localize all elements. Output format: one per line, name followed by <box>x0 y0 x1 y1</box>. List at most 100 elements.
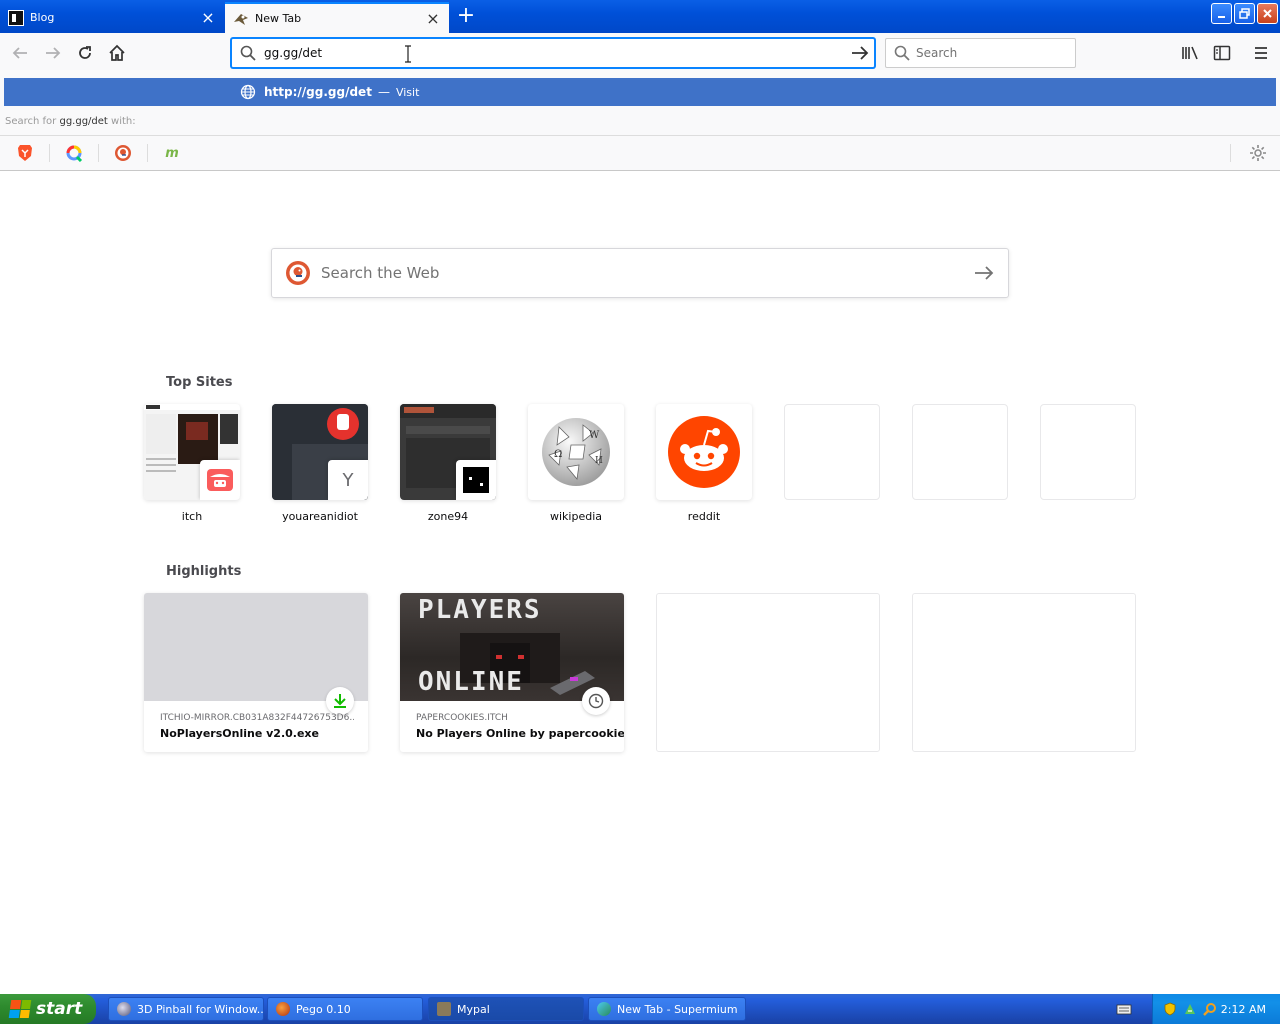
top-site-reddit[interactable]: reddit <box>656 404 752 523</box>
taskbar-item-mypal[interactable]: Mypal <box>428 997 584 1021</box>
highlight-image-text-bottom: ONLINE <box>418 667 524 697</box>
sidebar-toggle-icon[interactable] <box>1210 41 1234 65</box>
close-tab-icon[interactable]: × <box>200 9 216 26</box>
url-bar[interactable]: gg.gg/det <box>231 38 875 68</box>
url-input[interactable]: gg.gg/det <box>264 46 846 60</box>
tab-strip: Blog × New Tab × + <box>0 0 1280 33</box>
zone94-favicon-icon <box>456 460 496 500</box>
search-for-label: Search for gg.gg/det with: <box>5 116 136 127</box>
close-tab-icon[interactable]: × <box>425 10 441 27</box>
taskbar: start 3D Pinball for Window... Pego 0.10… <box>0 994 1280 1024</box>
menu-hamburger-icon[interactable] <box>1249 41 1273 65</box>
url-autocomplete-popup: http://gg.gg/det — Visit Search for gg.g… <box>0 73 1280 171</box>
search-tray-icon[interactable] <box>1203 1002 1217 1016</box>
highlight-image-text-top: PLAYERS <box>418 595 542 625</box>
top-site-thumbnail: Ω W И <box>528 404 624 500</box>
engine-divider <box>49 144 50 162</box>
top-site-thumbnail <box>400 404 496 500</box>
tab-title: New Tab <box>255 12 302 25</box>
tab-title: Blog <box>30 11 55 24</box>
taskbar-item-label: Mypal <box>457 1002 490 1016</box>
search-for-prefix: Search for <box>5 116 57 127</box>
highlight-image <box>144 593 368 701</box>
search-input[interactable]: Search <box>916 46 957 60</box>
taskbar-item-label: Pego 0.10 <box>296 1002 351 1016</box>
top-site-wikipedia[interactable]: Ω W И wikipedia <box>528 404 624 523</box>
library-icon[interactable] <box>1178 41 1202 65</box>
start-button[interactable]: start <box>0 994 96 1024</box>
search-for-query: gg.gg/det <box>59 116 108 127</box>
minimize-window-icon[interactable] <box>1211 3 1232 24</box>
top-site-placeholder <box>784 404 880 500</box>
highlight-title: NoPlayersOnline v2.0.exe <box>160 727 319 740</box>
close-window-icon[interactable] <box>1257 3 1278 24</box>
restore-window-icon[interactable] <box>1234 3 1255 24</box>
top-site-zone94[interactable]: zone94 <box>400 404 496 523</box>
top-site-youareanidiot[interactable]: Y youareanidiot <box>272 404 368 523</box>
suggestion-action: Visit <box>395 85 420 99</box>
qwant-icon[interactable] <box>58 143 90 163</box>
taskbar-item-pego[interactable]: Pego 0.10 <box>267 997 423 1021</box>
supermium-icon <box>597 1002 611 1016</box>
top-sites-heading: Top Sites <box>166 375 233 390</box>
top-site-label: wikipedia <box>549 510 602 523</box>
tab-blog[interactable]: Blog × <box>0 2 224 33</box>
top-site-thumbnail <box>656 404 752 500</box>
empty-tile <box>784 404 880 500</box>
taskbar-item-pinball[interactable]: 3D Pinball for Window... <box>108 997 264 1021</box>
pego-icon <box>276 1002 290 1016</box>
svg-text:И: И <box>595 456 603 466</box>
highlight-image: PLAYERS ONLINE <box>400 593 624 701</box>
blog-favicon-icon <box>8 9 24 26</box>
navigation-toolbar: gg.gg/det Search <box>0 33 1280 73</box>
security-shield-icon[interactable] <box>1163 1002 1177 1016</box>
mojeek-icon[interactable]: m <box>156 143 188 163</box>
web-search-box[interactable]: Search the Web <box>271 248 1009 298</box>
mojeek-glyph: m <box>165 145 179 161</box>
keyboard-language-icon[interactable] <box>1116 1002 1132 1016</box>
top-site-label: zone94 <box>427 510 469 523</box>
forward-arrow-icon[interactable] <box>41 41 65 65</box>
highlights-heading: Highlights <box>166 564 242 579</box>
svg-text:Ω: Ω <box>554 449 562 460</box>
search-settings-gear-icon[interactable] <box>1248 143 1268 163</box>
windows-flag-icon <box>8 1000 32 1018</box>
home-icon[interactable] <box>105 41 129 65</box>
svg-text:W: W <box>589 430 600 441</box>
empty-tile <box>1040 404 1136 500</box>
supermium-favicon-icon <box>233 12 249 26</box>
highlight-host: PAPERCOOKIES.ITCH <box>416 713 508 723</box>
top-site-label: youareanidiot <box>282 510 358 523</box>
search-submit-arrow-icon[interactable] <box>974 265 994 281</box>
pinball-icon <box>117 1002 131 1016</box>
download-icon <box>326 687 354 715</box>
web-search-input[interactable]: Search the Web <box>321 264 974 282</box>
tab-new-tab[interactable]: New Tab × <box>225 2 449 33</box>
top-site-itch[interactable]: itch <box>144 404 240 523</box>
go-arrow-icon[interactable] <box>846 39 874 67</box>
top-site-thumbnail <box>144 404 240 500</box>
autocomplete-suggestion-visit[interactable]: http://gg.gg/det — Visit <box>4 78 1276 106</box>
taskbar-item-supermium[interactable]: New Tab - Supermium <box>588 997 746 1021</box>
network-icon[interactable] <box>1183 1002 1197 1016</box>
highlight-card[interactable]: ITCHIO-MIRROR.CB031A832F44726753D6... No… <box>144 593 368 752</box>
taskbar-item-label: New Tab - Supermium <box>617 1002 738 1016</box>
suggestion-url: http://gg.gg/det <box>264 85 372 99</box>
search-bar[interactable]: Search <box>885 38 1076 68</box>
search-for-suffix: with: <box>111 116 136 127</box>
wikipedia-globe-icon: Ω W И <box>542 418 610 486</box>
reddit-logo-icon <box>668 416 740 488</box>
clock: 2:12 AM <box>1220 1002 1266 1016</box>
one-off-search-engines: m <box>0 135 1280 169</box>
brave-icon[interactable] <box>9 143 41 163</box>
youareanidiot-favicon: Y <box>328 460 368 500</box>
duckduckgo-icon[interactable] <box>107 143 139 163</box>
reload-icon[interactable] <box>73 41 97 65</box>
new-tab-plus-icon[interactable]: + <box>454 5 478 29</box>
start-label: start <box>36 999 83 1019</box>
highlight-card[interactable]: PLAYERS ONLINE PAPERCOOKIES.ITCH No Play… <box>400 593 624 752</box>
top-site-label: reddit <box>687 510 721 523</box>
back-arrow-icon[interactable] <box>8 41 32 65</box>
highlight-host: ITCHIO-MIRROR.CB031A832F44726753D6... <box>160 713 354 723</box>
duckduckgo-logo-icon <box>285 260 311 286</box>
